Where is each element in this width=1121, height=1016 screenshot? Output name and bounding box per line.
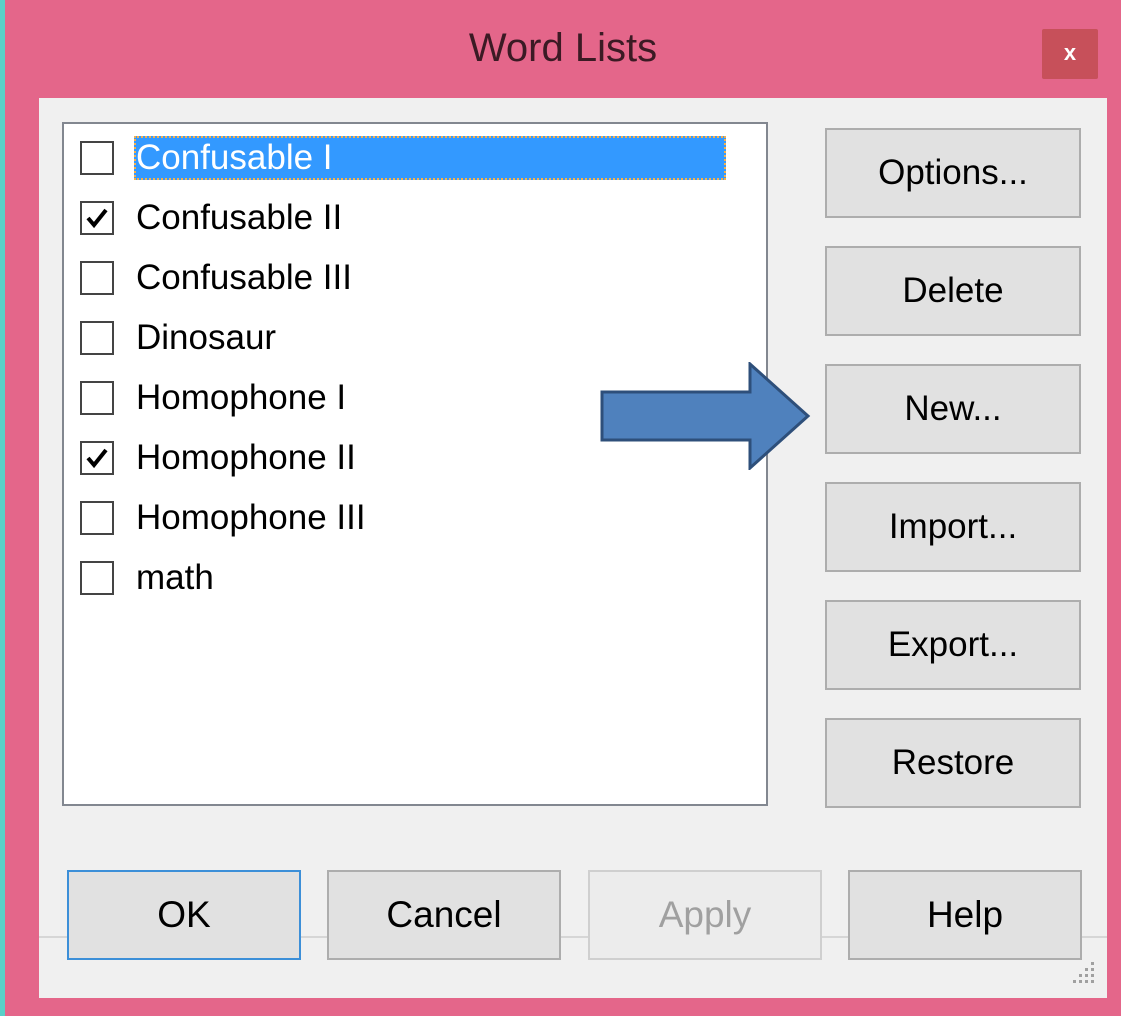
- list-item-dinosaur[interactable]: Dinosaur: [64, 308, 764, 364]
- list-item-label: Homophone I: [136, 378, 347, 417]
- help-button[interactable]: Help: [848, 870, 1082, 960]
- new-button[interactable]: New...: [825, 364, 1081, 454]
- checkbox[interactable]: [80, 141, 114, 175]
- list-item-confusable-i[interactable]: Confusable I: [64, 128, 764, 184]
- checkbox[interactable]: [80, 501, 114, 535]
- pointer-arrow-icon: [600, 362, 811, 470]
- close-button[interactable]: x: [1042, 29, 1098, 79]
- word-lists-dialog: Word Lists x Confusable I Confusable II …: [5, 0, 1121, 1016]
- list-item-label: Confusable I: [134, 136, 726, 180]
- list-item-label: math: [136, 558, 214, 597]
- checkmark-icon: [86, 208, 108, 229]
- delete-button[interactable]: Delete: [825, 246, 1081, 336]
- checkbox[interactable]: [80, 261, 114, 295]
- checkbox[interactable]: [80, 381, 114, 415]
- list-item-confusable-iii[interactable]: Confusable III: [64, 248, 764, 304]
- list-item-label: Homophone II: [136, 438, 356, 477]
- list-item-math[interactable]: math: [64, 548, 764, 604]
- list-item-label: Dinosaur: [136, 318, 277, 357]
- title-bar[interactable]: Word Lists x: [5, 0, 1121, 98]
- export-button[interactable]: Export...: [825, 600, 1081, 690]
- import-button[interactable]: Import...: [825, 482, 1081, 572]
- dialog-client-area: Confusable I Confusable II Confusable II…: [39, 98, 1107, 998]
- list-item-label: Homophone III: [136, 498, 366, 537]
- checkbox[interactable]: [80, 561, 114, 595]
- restore-button[interactable]: Restore: [825, 718, 1081, 808]
- list-item-homophone-iii[interactable]: Homophone III: [64, 488, 764, 544]
- options-button[interactable]: Options...: [825, 128, 1081, 218]
- checkmark-icon: [86, 448, 108, 469]
- list-item-confusable-ii[interactable]: Confusable II: [64, 188, 764, 244]
- apply-button: Apply: [588, 870, 822, 960]
- list-item-label: Confusable II: [136, 198, 343, 237]
- resize-grip-icon[interactable]: [1069, 956, 1099, 986]
- window-title: Word Lists: [468, 26, 658, 70]
- checkbox[interactable]: [80, 321, 114, 355]
- cancel-button[interactable]: Cancel: [327, 870, 561, 960]
- checkbox[interactable]: [80, 441, 114, 475]
- ok-button[interactable]: OK: [67, 870, 301, 960]
- checkbox[interactable]: [80, 201, 114, 235]
- list-item-label: Confusable III: [136, 258, 352, 297]
